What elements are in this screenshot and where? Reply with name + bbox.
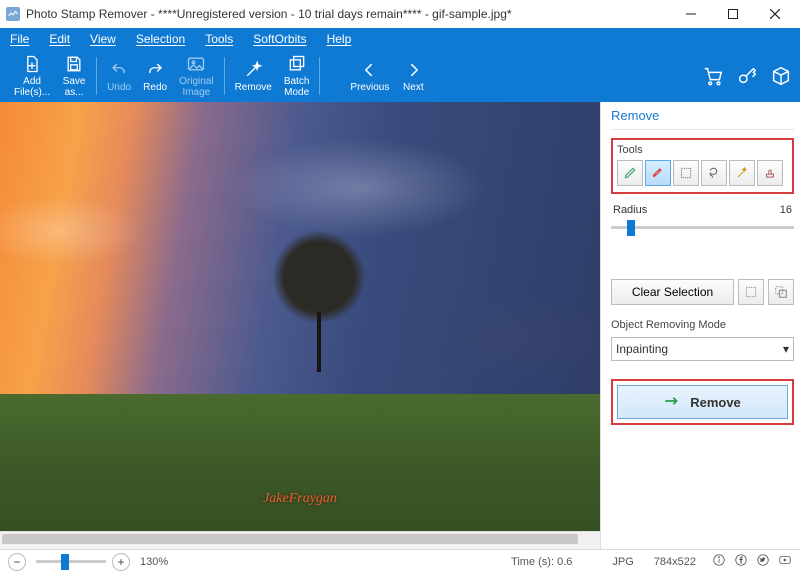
remove-button-toolbar[interactable]: Remove xyxy=(229,58,278,95)
menu-softorbits[interactable]: SoftOrbits xyxy=(245,30,314,48)
previous-label: Previous xyxy=(350,82,389,93)
main-area: JakeFraygan Remove Tools Radius 16 Clear xyxy=(0,102,800,549)
canvas-zone: JakeFraygan xyxy=(0,102,600,549)
zoom-value: 130% xyxy=(140,556,168,568)
facebook-icon[interactable] xyxy=(734,553,748,570)
panel-divider xyxy=(611,129,794,130)
arrow-left-icon xyxy=(360,60,380,80)
tool-brush[interactable] xyxy=(645,160,671,186)
arrow-apply-icon xyxy=(664,395,680,410)
toolbar-separator xyxy=(224,57,225,95)
mode-value: Inpainting xyxy=(616,342,668,356)
add-files-label: Add File(s)... xyxy=(14,76,50,98)
watermark-text: JakeFraygan xyxy=(263,491,337,507)
undo-label: Undo xyxy=(107,82,131,93)
minimize-button[interactable] xyxy=(670,0,712,28)
image-canvas[interactable]: JakeFraygan xyxy=(0,102,600,531)
close-button[interactable] xyxy=(754,0,796,28)
status-bar: − + 130% Time (s): 0.6 JPG 784x522 xyxy=(0,549,800,573)
toolbar-right xyxy=(702,65,792,87)
original-image-label: Original Image xyxy=(179,76,213,98)
menu-file[interactable]: File xyxy=(2,30,37,48)
size-value: 784x522 xyxy=(654,556,696,568)
status-icons xyxy=(712,553,792,570)
title-bar: Photo Stamp Remover - ****Unregistered v… xyxy=(0,0,800,28)
file-plus-icon xyxy=(22,54,42,74)
batch-mode-label: Batch Mode xyxy=(284,76,310,98)
toolbar-separator xyxy=(319,57,320,95)
menu-help[interactable]: Help xyxy=(319,30,360,48)
batch-mode-button[interactable]: Batch Mode xyxy=(278,52,316,100)
tool-pencil[interactable] xyxy=(617,160,643,186)
app-icon xyxy=(6,7,20,21)
menu-edit[interactable]: Edit xyxy=(41,30,78,48)
remove-action-button[interactable]: Remove xyxy=(617,385,788,419)
select-none-button[interactable] xyxy=(738,279,764,305)
twitter-icon[interactable] xyxy=(756,553,770,570)
time-value: Time (s): 0.6 xyxy=(511,556,572,568)
tools-label: Tools xyxy=(617,144,788,156)
undo-button[interactable]: Undo xyxy=(101,58,137,95)
chevron-down-icon: ▾ xyxy=(783,342,789,356)
window-controls xyxy=(670,0,796,28)
batch-icon xyxy=(287,54,307,74)
redo-icon xyxy=(145,60,165,80)
mode-dropdown[interactable]: Inpainting ▾ xyxy=(611,337,794,361)
zoom-out-button[interactable]: − xyxy=(8,553,26,571)
menu-tools[interactable]: Tools xyxy=(197,30,241,48)
save-icon xyxy=(64,54,84,74)
cart-icon[interactable] xyxy=(702,65,724,87)
toolbar-separator xyxy=(96,57,97,95)
remove-highlight-box: Remove xyxy=(611,379,794,425)
undo-icon xyxy=(109,60,129,80)
save-as-label: Save as... xyxy=(63,76,86,98)
window-title: Photo Stamp Remover - ****Unregistered v… xyxy=(26,7,670,21)
menu-view[interactable]: View xyxy=(82,30,124,48)
ground-bg xyxy=(0,394,600,531)
tool-magic-wand[interactable] xyxy=(729,160,755,186)
side-panel: Remove Tools Radius 16 Clear Selection xyxy=(600,102,800,549)
tool-clone-stamp[interactable] xyxy=(757,160,783,186)
next-button[interactable]: Next xyxy=(395,58,431,95)
menu-selection[interactable]: Selection xyxy=(128,30,193,48)
panel-title: Remove xyxy=(611,108,794,123)
format-value: JPG xyxy=(612,556,633,568)
remove-label-toolbar: Remove xyxy=(235,82,272,93)
zoom-slider[interactable] xyxy=(36,560,106,563)
save-as-button[interactable]: Save as... xyxy=(56,52,92,100)
original-image-button[interactable]: Original Image xyxy=(173,52,219,100)
add-files-button[interactable]: Add File(s)... xyxy=(8,52,56,100)
maximize-button[interactable] xyxy=(712,0,754,28)
redo-button[interactable]: Redo xyxy=(137,58,173,95)
radius-slider[interactable] xyxy=(611,226,794,229)
wand-icon xyxy=(243,60,263,80)
image-icon xyxy=(186,54,206,74)
redo-label: Redo xyxy=(143,82,167,93)
zoom-in-button[interactable]: + xyxy=(112,553,130,571)
tools-highlight-box: Tools xyxy=(611,138,794,194)
tree-graphic xyxy=(264,222,374,372)
tool-row xyxy=(617,160,788,186)
mode-label: Object Removing Mode xyxy=(611,319,794,331)
tool-lasso[interactable] xyxy=(701,160,727,186)
remove-action-label: Remove xyxy=(690,395,741,410)
main-toolbar: Add File(s)... Save as... Undo Redo Orig… xyxy=(0,50,800,102)
menu-bar: File Edit View Selection Tools SoftOrbit… xyxy=(0,28,800,50)
select-all-button[interactable] xyxy=(768,279,794,305)
radius-value: 16 xyxy=(780,204,792,216)
youtube-icon[interactable] xyxy=(778,553,792,570)
previous-button[interactable]: Previous xyxy=(344,58,395,95)
cube-icon[interactable] xyxy=(770,65,792,87)
clear-selection-button[interactable]: Clear Selection xyxy=(611,279,734,305)
key-icon[interactable] xyxy=(736,65,758,87)
tool-rectangle-select[interactable] xyxy=(673,160,699,186)
horizontal-scrollbar[interactable] xyxy=(0,531,600,545)
radius-label: Radius xyxy=(613,204,647,216)
next-label: Next xyxy=(403,82,424,93)
arrow-right-icon xyxy=(403,60,423,80)
info-icon[interactable] xyxy=(712,553,726,570)
